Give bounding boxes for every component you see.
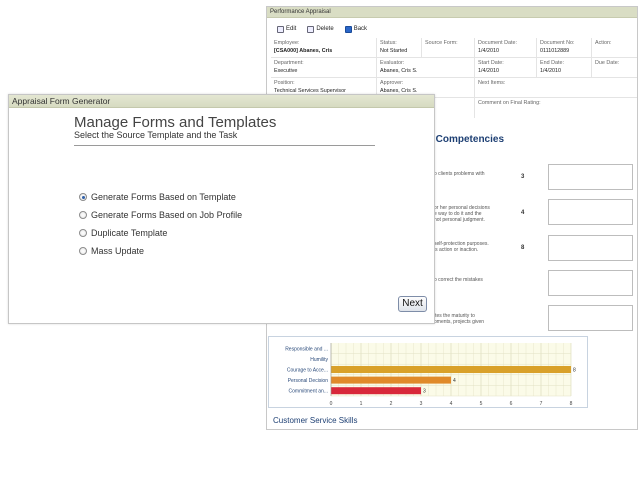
chart-category-label: Responsible and ...	[285, 346, 328, 352]
option-label: Generate Forms Based on Template	[91, 192, 236, 202]
chart-category-label: Personal Decision	[288, 378, 329, 384]
edit-icon	[277, 25, 284, 33]
chart-tick-label: 0	[330, 401, 333, 407]
chart-category-label: Humility	[310, 357, 328, 363]
source-form-field: Source Form:	[422, 38, 475, 57]
edit-button[interactable]: Edit	[273, 23, 300, 35]
question-1-comment-box[interactable]	[548, 164, 633, 190]
radio-generate-forms-template[interactable]	[79, 193, 87, 201]
chart-data-label: 4	[453, 378, 456, 384]
document-date-field: Document Date: 1/4/2010	[475, 38, 537, 57]
option-label: Duplicate Template	[91, 228, 168, 238]
option-label: Generate Forms Based on Job Profile	[91, 210, 243, 220]
question-2-score: 4	[521, 210, 525, 216]
appraisal-toolbar: Edit Delete Back	[273, 23, 371, 35]
chart-tick-label: 8	[570, 401, 573, 407]
chart-data-label: 8	[573, 368, 576, 374]
radio-mass-update[interactable]	[79, 247, 87, 255]
competency-bar-chart: Responsible and ... Humility Courage to Ac…	[268, 336, 588, 408]
question-2-text: or her personal decisions e way to do it…	[434, 205, 490, 223]
employee-field: Employee: [CSA000] Abanes, Cris	[271, 38, 377, 57]
document-no-field: Document No: 0111012889	[537, 38, 592, 57]
question-5-comment-box[interactable]	[548, 305, 633, 331]
option-generate-forms-job-profile[interactable]: Generate Forms Based on Job Profile	[79, 206, 242, 224]
next-items-field: Next Items:	[478, 80, 506, 86]
back-icon	[344, 25, 352, 33]
back-label: Back	[353, 26, 368, 32]
department-field: Department: Executive	[271, 58, 377, 77]
performance-appraisal-titlebar: Performance Appraisal	[267, 7, 637, 18]
back-button[interactable]: Back	[341, 23, 371, 35]
task-options: Generate Forms Based on Template Generat…	[79, 188, 242, 260]
end-date-field: End Date: 1/4/2010	[537, 58, 592, 77]
evaluator-field: Evaluator: Abanes, Cris S.	[377, 58, 475, 77]
delete-button[interactable]: Delete	[303, 23, 337, 35]
edit-label: Edit	[286, 26, 297, 32]
radio-generate-forms-job-profile[interactable]	[79, 211, 87, 219]
competency-chart-svg: Responsible and ... Humility Courage to Ac…	[285, 343, 576, 407]
customer-service-skills-heading: Customer Service Skills	[273, 416, 358, 425]
radio-duplicate-template[interactable]	[79, 229, 87, 237]
question-3-comment-box[interactable]	[548, 235, 633, 261]
option-label: Mass Update	[91, 246, 145, 256]
question-4-text: o correct the mistakes	[434, 277, 483, 283]
fields-row-1: Employee: [CSA000] Abanes, Cris Status: …	[271, 38, 637, 58]
question-1-score: 3	[521, 174, 525, 180]
page-subtitle: Select the Source Template and the Task	[74, 130, 238, 140]
option-mass-update[interactable]: Mass Update	[79, 242, 242, 260]
competencies-heading: te Competencies	[424, 134, 505, 145]
chart-tick-label: 7	[540, 401, 543, 407]
chart-tick-label: 5	[480, 401, 483, 407]
question-3-score: 8	[521, 245, 525, 251]
comment-final-rating-field: Comment on Final Rating:	[478, 100, 541, 106]
start-date-field: Start Date: 1/4/2010	[475, 58, 537, 77]
question-5-text: ites the maturity to pments, projects gi…	[434, 313, 485, 325]
chart-tick-label: 1	[360, 401, 363, 407]
chart-tick-label: 6	[510, 401, 513, 407]
question-1-text: o clients problems with	[434, 171, 485, 177]
question-3-text: self-protection purposes. is action or i…	[434, 241, 489, 253]
appraisal-form-generator-window: Appraisal Form Generator Manage Forms an…	[8, 94, 435, 324]
option-duplicate-template[interactable]: Duplicate Template	[79, 224, 242, 242]
page-title: Manage Forms and Templates	[74, 114, 277, 131]
next-button[interactable]: Next	[398, 296, 427, 312]
chart-category-label: Commitment an...	[289, 389, 328, 395]
chart-tick-label: 4	[450, 401, 453, 407]
delete-label: Delete	[316, 26, 334, 32]
fields-row-2: Department: Executive Evaluator: Abanes,…	[271, 58, 637, 78]
question-4-comment-box[interactable]	[548, 270, 633, 296]
chart-bar	[331, 387, 421, 395]
chart-tick-label: 2	[390, 401, 393, 407]
status-field: Status: Not Started	[377, 38, 422, 57]
action-field: Action:	[595, 40, 612, 46]
chart-tick-label: 3	[420, 401, 423, 407]
chart-data-label: 3	[423, 389, 426, 395]
option-generate-forms-template[interactable]: Generate Forms Based on Template	[79, 188, 242, 206]
appraisal-form-generator-titlebar: Appraisal Form Generator	[9, 95, 434, 108]
delete-icon	[307, 25, 315, 33]
chart-bar	[331, 376, 451, 384]
chart-category-label: Courage to Acce...	[287, 368, 328, 374]
title-divider	[74, 145, 375, 146]
due-date-field: Due Date:	[595, 60, 620, 66]
question-2-comment-box[interactable]	[548, 199, 633, 225]
chart-bar	[331, 366, 571, 373]
